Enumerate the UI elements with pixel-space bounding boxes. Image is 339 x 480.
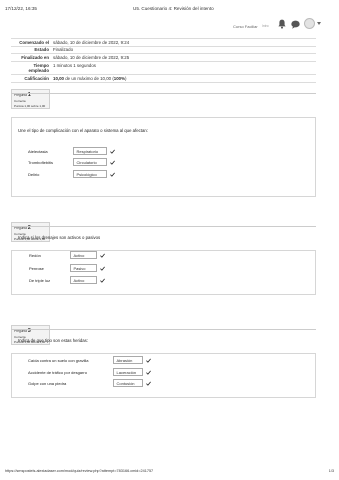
check-icon	[100, 253, 105, 258]
question-status: Correcta	[14, 99, 26, 104]
check-icon	[100, 266, 105, 271]
question-content	[11, 250, 316, 295]
summary-value: sábado, 10 de diciembre de 2022, 9:24	[51, 38, 316, 47]
answer-select[interactable]: Psicológico	[73, 170, 107, 178]
match-label: Redón	[29, 253, 41, 258]
answer-select[interactable]: Abrasión	[113, 356, 143, 364]
match-label: De triple luz	[29, 278, 51, 283]
print-title: U5. Cuestionario 4: Revisión del intento	[133, 6, 214, 11]
question-score: Puntúa 1,00 sobre 1,00	[14, 103, 46, 108]
summary-key: Finalizado en	[11, 53, 51, 62]
top-navbar: Curso Faciliar Intro	[0, 16, 339, 38]
summary-value: Finalizado	[51, 45, 316, 54]
question-divider	[11, 226, 316, 227]
grade-text: de un máximo de 10,00 (	[64, 75, 114, 81]
answer-select[interactable]: Respiratorio	[73, 147, 107, 155]
avatar[interactable]	[304, 18, 315, 29]
answer-select[interactable]: Pasivo	[70, 264, 97, 272]
grade-percent: 100%	[113, 75, 126, 81]
summary-row: Tiempo empleado 1 minutos 1 segundos	[11, 61, 316, 75]
check-icon	[110, 160, 115, 165]
user-name[interactable]: Curso Faciliar	[233, 24, 258, 29]
question-info: Pregunta 1 Correcta Puntúa 1,00 sobre 1,…	[11, 89, 50, 109]
question-text: Indica si los drenajes son activos o pas…	[18, 235, 101, 240]
summary-row: Comenzado el sábado, 10 de diciembre de …	[11, 38, 316, 47]
summary-row: Calificación 10,00 de un máximo de 10,00…	[11, 74, 316, 83]
check-icon	[146, 358, 151, 363]
answer-select[interactable]: Circulatorio	[73, 158, 107, 166]
answer-select[interactable]: Laceración	[113, 368, 143, 376]
chevron-down-icon[interactable]	[317, 22, 321, 25]
match-label: Accidente de tráfico por desgarro	[28, 370, 87, 375]
user-tag: Intro	[262, 24, 269, 28]
check-icon	[100, 278, 105, 283]
answer-select[interactable]: Activo	[70, 276, 97, 284]
print-header: 17/12/22, 16:35 U5. Cuestionario 4: Revi…	[5, 6, 334, 16]
grade-text-end: )	[125, 75, 127, 81]
summary-key: Comenzado el	[11, 38, 51, 47]
grade-value: 10,00	[53, 75, 64, 81]
print-date: 17/12/22, 16:35	[5, 6, 37, 11]
match-label: Penrose	[29, 266, 44, 271]
page-number: 1/3	[328, 469, 334, 473]
summary-key: Estado	[11, 45, 51, 54]
question-text: Indica de que tipo son estas heridas:	[18, 338, 88, 343]
summary-row: Finalizado en sábado, 10 de diciembre de…	[11, 53, 316, 62]
check-icon	[110, 149, 115, 154]
summary-key: Calificación	[11, 74, 51, 83]
match-label: Golpe con una piedra	[28, 381, 67, 386]
bell-icon[interactable]	[278, 19, 286, 29]
question-divider	[11, 93, 316, 94]
match-label: Caída contra un suelo con gravilla	[28, 358, 89, 363]
question-text: Une el tipo de complicación con el apara…	[18, 128, 148, 133]
check-icon	[146, 381, 151, 386]
chat-icon[interactable]	[291, 20, 300, 29]
check-icon	[146, 370, 151, 375]
match-label: Delirio	[28, 172, 40, 177]
summary-value: sábado, 10 de diciembre de 2022, 9:25	[51, 53, 316, 62]
match-label: Tromboflebitis	[28, 160, 53, 165]
summary-row: Estado Finalizado	[11, 45, 316, 54]
summary-key: Tiempo empleado	[11, 61, 51, 75]
summary-value: 10,00 de un máximo de 10,00 (100%)	[51, 74, 316, 83]
match-label: Atelectasia	[28, 149, 48, 154]
answer-select[interactable]: Activo	[70, 251, 97, 259]
check-icon	[110, 172, 115, 177]
summary-value: 1 minutos 1 segundos	[51, 61, 316, 75]
page-url: https://smspostels.alexiadaser.com/mod/q…	[5, 469, 154, 473]
attempt-summary-table: Comenzado el sábado, 10 de diciembre de …	[11, 38, 316, 83]
question-divider	[11, 329, 316, 330]
answer-select[interactable]: Contusión	[113, 379, 143, 387]
